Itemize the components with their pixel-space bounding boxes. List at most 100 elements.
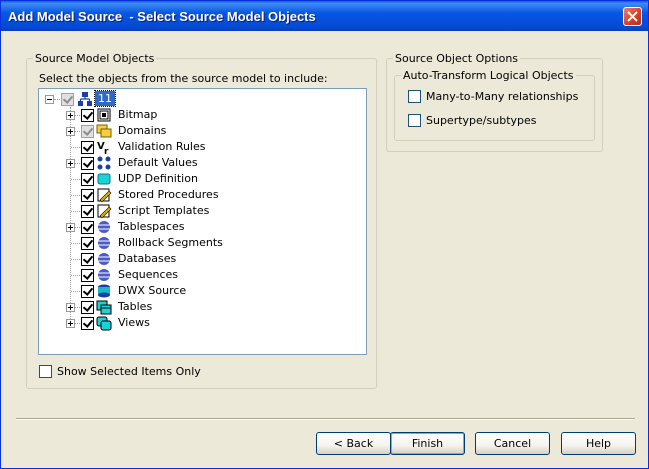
tree-item-checkbox[interactable]	[81, 317, 94, 330]
button-separator	[16, 418, 635, 420]
tree-root-row[interactable]: 11	[39, 90, 239, 107]
tree-item-row[interactable]: Domains	[39, 123, 339, 139]
database-icon	[98, 253, 110, 265]
tree-item-checkbox[interactable]	[81, 269, 94, 282]
tree-item-label: Databases	[118, 252, 177, 265]
tree-connector	[71, 211, 80, 212]
tree-item-checkbox[interactable]	[81, 253, 94, 266]
tree-connector	[75, 163, 80, 164]
show-selected-only-label: Show Selected Items Only	[57, 365, 201, 378]
tablespace-icon	[98, 221, 110, 233]
tree-item-checkbox[interactable]	[81, 221, 94, 234]
tree-item-checkbox[interactable]	[81, 173, 94, 186]
tree-connector	[54, 99, 60, 100]
tree-item-label: Tablespaces	[118, 220, 185, 233]
sequence-icon	[98, 269, 110, 281]
tree-item-label: Default Values	[118, 156, 198, 169]
validation-rule-icon: Vr	[97, 141, 109, 155]
root-checkbox[interactable]	[61, 93, 74, 106]
tree-item-label: Tables	[118, 300, 153, 313]
tree-item-label: Bitmap	[118, 108, 158, 121]
expand-icon[interactable]	[66, 319, 75, 328]
tree-item-row[interactable]: Vr Validation Rules	[39, 139, 339, 155]
tree-item-checkbox[interactable]	[81, 189, 94, 202]
expand-icon[interactable]	[66, 159, 75, 168]
tree-item-row[interactable]: Bitmap	[39, 107, 339, 123]
tree-item-row[interactable]: Databases	[39, 251, 339, 267]
rollback-segment-icon	[98, 237, 110, 249]
tree-item-checkbox[interactable]	[81, 141, 94, 154]
bitmap-icon	[97, 108, 111, 122]
udp-definition-icon	[97, 173, 111, 185]
expand-icon[interactable]	[66, 127, 75, 136]
tree-item-label: Sequences	[118, 268, 178, 281]
many-to-many-checkbox[interactable]	[408, 90, 421, 103]
close-button[interactable]	[623, 7, 642, 26]
tree-connector	[75, 227, 80, 228]
tree-item-checkbox[interactable]	[81, 285, 94, 298]
close-icon	[627, 11, 638, 22]
tree-item-label: Stored Procedures	[118, 188, 219, 201]
tree-connector	[71, 179, 80, 180]
tree-item-row[interactable]: Default Values	[39, 155, 339, 171]
tree-item-row[interactable]: Rollback Segments	[39, 235, 339, 251]
finish-button[interactable]: Finish	[390, 432, 465, 455]
tree-connector	[71, 243, 80, 244]
title-bar[interactable]: Add Model Source - Select Source Model O…	[1, 1, 648, 31]
tree-item-label: Script Templates	[118, 204, 210, 217]
cancel-button[interactable]: Cancel	[475, 432, 550, 455]
source-instruction: Select the objects from the source model…	[39, 72, 328, 85]
source-objects-tree[interactable]: 11 Bitmap Domains Vr Validation Rules Defaul…	[38, 88, 367, 355]
tree-item-checkbox[interactable]	[81, 301, 94, 314]
tree-item-checkbox[interactable]	[81, 109, 94, 122]
help-button[interactable]: Help	[561, 432, 636, 455]
window-title: Add Model Source - Select Source Model O…	[8, 9, 316, 24]
tree-connector	[71, 275, 80, 276]
auto-transform-legend: Auto-Transform Logical Objects	[401, 69, 576, 82]
tree-item-checkbox[interactable]	[81, 205, 94, 218]
tree-item-checkbox[interactable]	[81, 237, 94, 250]
tree-item-row[interactable]: Views	[39, 315, 339, 331]
tree-item-label: Validation Rules	[118, 140, 206, 153]
tree-item-row[interactable]: Sequences	[39, 267, 339, 283]
tree-item-label: Views	[118, 316, 150, 329]
tree-item-label: DWX Source	[118, 284, 187, 297]
root-label: 11	[94, 90, 116, 107]
tree-connector	[71, 259, 80, 260]
tables-icon	[96, 300, 112, 315]
tree-item-row[interactable]: Script Templates	[39, 203, 339, 219]
model-tree-icon	[78, 92, 92, 106]
tree-connector	[71, 291, 80, 292]
expand-icon[interactable]	[66, 303, 75, 312]
tree-item-label: Rollback Segments	[118, 236, 223, 249]
options-group-legend: Source Object Options	[393, 52, 521, 65]
supertype-checkbox[interactable]	[408, 114, 421, 127]
views-icon	[96, 316, 112, 331]
tree-item-row[interactable]: DWX Source	[39, 283, 339, 299]
collapse-icon[interactable]	[45, 95, 54, 104]
tree-item-checkbox[interactable]	[81, 157, 94, 170]
expand-icon[interactable]	[66, 111, 75, 120]
many-to-many-label: Many-to-Many relationships	[426, 90, 579, 103]
tree-item-row[interactable]: Tables	[39, 299, 339, 315]
back-button[interactable]: < Back	[316, 432, 391, 455]
auto-transform-group: Auto-Transform Logical Objects	[394, 69, 595, 141]
default-values-icon	[97, 156, 111, 170]
tree-item-label: Domains	[118, 124, 167, 137]
tree-connector	[71, 195, 80, 196]
tree-item-row[interactable]: Tablespaces	[39, 219, 339, 235]
tree-item-row[interactable]: UDP Definition	[39, 171, 339, 187]
supertype-label: Supertype/subtypes	[426, 114, 537, 127]
source-group-legend: Source Model Objects	[33, 52, 157, 65]
dialog-window: Add Model Source - Select Source Model O…	[0, 0, 649, 469]
script-template-icon	[97, 204, 112, 219]
tree-item-checkbox[interactable]	[81, 125, 94, 138]
show-selected-only-checkbox[interactable]	[39, 365, 52, 378]
tree-connector	[75, 323, 80, 324]
tree-item-row[interactable]: Stored Procedures	[39, 187, 339, 203]
dwx-source-icon	[98, 284, 110, 298]
domains-icon	[96, 124, 112, 138]
expand-icon[interactable]	[66, 223, 75, 232]
tree-item-label: UDP Definition	[118, 172, 198, 185]
tree-connector	[75, 115, 80, 116]
